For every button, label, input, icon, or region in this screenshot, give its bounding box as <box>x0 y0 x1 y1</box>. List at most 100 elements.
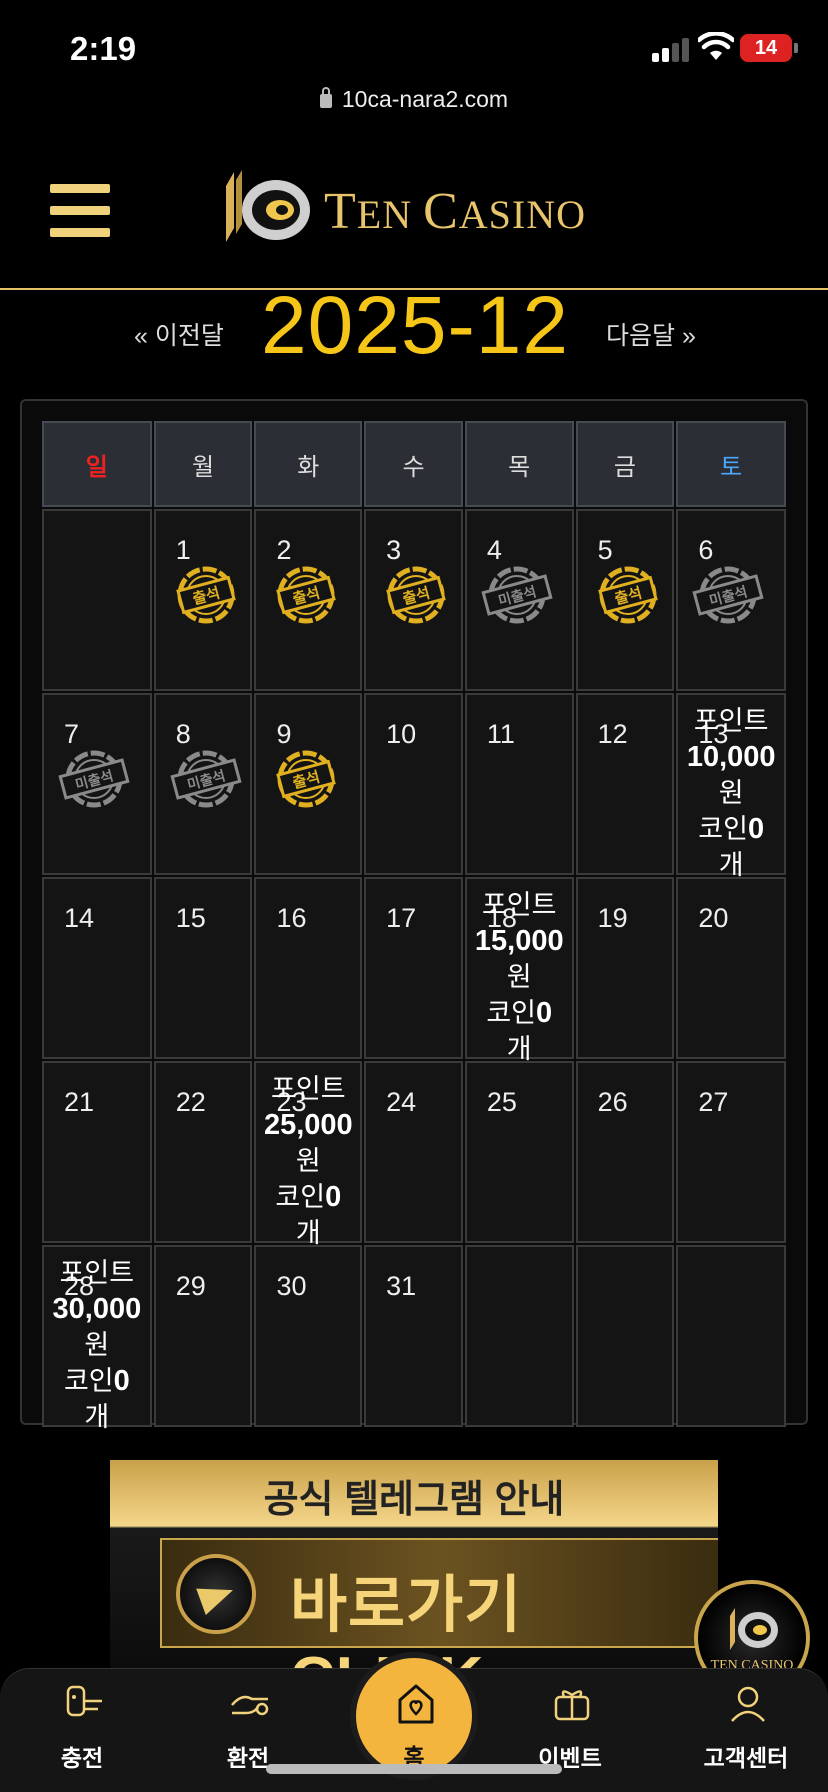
day-cell[interactable]: 2 출석 <box>254 509 363 691</box>
reward-coin-val: 0 <box>536 997 553 1029</box>
month-navigation: « 이전달 2025-12 다음달 » <box>0 285 828 367</box>
day-cell[interactable]: 8 미출석 <box>153 693 253 875</box>
day-number: 11 <box>486 719 515 749</box>
day-cell[interactable]: 15 <box>153 877 253 1059</box>
day-number: 15 <box>175 903 206 933</box>
day-cell[interactable]: 14 <box>42 877 152 1059</box>
reward-line: 원 <box>467 959 572 995</box>
day-number: 29 <box>175 1271 206 1301</box>
day-cell[interactable]: 22 <box>153 1061 253 1243</box>
day-cell[interactable]: 28 포인트 30,000 원 코인0 개 <box>42 1245 152 1432</box>
weekday-fri: 금 <box>575 421 675 507</box>
day-number: 12 <box>597 719 628 749</box>
day-cell[interactable]: 11 <box>464 693 574 875</box>
battery-icon: 14 <box>740 34 792 62</box>
reward-coin: 코인 <box>698 814 748 844</box>
day-cell[interactable]: 16 <box>254 877 363 1059</box>
day-cell[interactable]: 9 출석 <box>254 693 363 875</box>
reward-line: 포인트 <box>467 887 572 923</box>
reward-line: 원 <box>256 1143 360 1179</box>
reward-coin-unit: 개 <box>84 1402 110 1432</box>
day-cell <box>464 1245 574 1427</box>
nav-home[interactable]: 홈 <box>350 1652 478 1780</box>
reward-info: 포인트 25,000 원 코인0 개 <box>256 1063 360 1251</box>
day-cell[interactable]: 13 포인트 10,000 원 코인0 개 <box>676 693 787 880</box>
day-cell[interactable]: 24 <box>364 1061 463 1243</box>
day-cell[interactable]: 12 <box>575 693 675 875</box>
wifi-icon <box>698 32 734 60</box>
day-cell[interactable]: 31 <box>364 1245 463 1427</box>
day-cell[interactable]: 10 <box>364 693 463 875</box>
day-number: 21 <box>64 1087 95 1117</box>
weekday-wed: 수 <box>364 421 463 507</box>
day-cell[interactable]: 26 <box>575 1061 675 1243</box>
attendance-stamp: 출석 <box>268 741 344 817</box>
day-cell[interactable]: 20 <box>676 877 787 1059</box>
reward-line: 포인트 <box>678 703 784 739</box>
day-cell[interactable]: 17 <box>364 877 463 1059</box>
day-number: 17 <box>386 903 417 933</box>
weekday-sat: 토 <box>676 421 787 507</box>
day-cell[interactable]: 19 <box>575 877 675 1059</box>
attendance-stamp: 출석 <box>168 557 244 633</box>
telegram-banner[interactable]: 공식 텔레그램 안내 바로가기 CLICK <box>110 1460 718 1680</box>
day-cell[interactable]: 25 <box>464 1061 574 1243</box>
calendar-week: 21 22 23 포인트 25,000 원 코인0 개 24 25 26 27 <box>42 1061 788 1248</box>
telegram-icon <box>176 1554 256 1634</box>
site-logo[interactable]: TEN CASINO <box>220 168 620 252</box>
lock-icon <box>319 87 332 108</box>
reward-coin-unit: 개 <box>718 850 744 880</box>
weekday-header: 일 월 화 수 목 금 토 <box>42 421 788 507</box>
reward-coin: 코인 <box>63 1366 114 1396</box>
day-cell[interactable]: 6 미출석 <box>676 509 787 691</box>
day-cell[interactable]: 1 출석 <box>153 509 253 691</box>
weekday-mon: 월 <box>153 421 253 507</box>
next-month-link[interactable]: 다음달 » <box>606 316 696 352</box>
day-cell[interactable]: 27 <box>676 1061 787 1243</box>
day-cell[interactable]: 3 출석 <box>364 509 463 691</box>
day-cell[interactable]: 23 포인트 25,000 원 코인0 개 <box>254 1061 363 1248</box>
reward-coin-unit: 개 <box>506 1034 532 1064</box>
day-cell[interactable]: 5 출석 <box>575 509 675 691</box>
reward-info: 포인트 10,000 원 코인0 개 <box>678 695 784 883</box>
day-cell[interactable]: 4 미출석 <box>464 509 574 691</box>
day-number: 31 <box>386 1271 417 1301</box>
day-cell[interactable]: 30 <box>254 1245 363 1427</box>
day-number: 27 <box>698 1087 729 1117</box>
reward-line: 포인트 <box>256 1071 360 1107</box>
absence-stamp: 미출석 <box>168 741 244 817</box>
deposit-icon <box>66 1685 102 1717</box>
day-number: 24 <box>386 1087 417 1117</box>
calendar-week: 14 15 16 17 18 포인트 15,000 원 코인0 개 19 20 <box>42 877 788 1064</box>
reward-line: 15,000 <box>467 923 572 959</box>
day-cell[interactable]: 29 <box>153 1245 253 1427</box>
absence-stamp: 미출석 <box>56 741 132 817</box>
day-cell[interactable]: 18 포인트 15,000 원 코인0 개 <box>464 877 574 1064</box>
prev-month-link[interactable]: « 이전달 <box>134 316 224 352</box>
reward-coin: 코인 <box>486 998 536 1028</box>
reward-line: 포인트 <box>44 1255 150 1291</box>
banner-button[interactable]: 바로가기 CLICK <box>160 1538 718 1680</box>
reward-line: 코인0 <box>44 1363 150 1399</box>
day-cell[interactable]: 7 미출석 <box>42 693 152 875</box>
reward-info: 포인트 30,000 원 코인0 개 <box>44 1247 150 1435</box>
day-number: 16 <box>276 903 307 933</box>
reward-line: 코인0 <box>256 1179 360 1215</box>
reward-line: 10,000 <box>678 739 784 775</box>
reward-amount: 30,000 <box>52 1293 142 1325</box>
menu-icon[interactable] <box>50 184 110 238</box>
attendance-stamp: 출석 <box>590 557 666 633</box>
day-cell <box>676 1245 787 1427</box>
calendar-week: 28 포인트 30,000 원 코인0 개 29 30 31 <box>42 1245 788 1432</box>
nav-deposit[interactable]: 충전 <box>22 1669 142 1792</box>
day-number: 10 <box>386 719 417 749</box>
nav-support[interactable]: 고객센터 <box>686 1669 806 1792</box>
weekday-sun: 일 <box>42 421 152 507</box>
url-text: 10ca-nara2.com <box>341 86 509 112</box>
reward-l1: 포인트 <box>481 890 557 920</box>
address-bar[interactable]: 10ca-nara2.com <box>0 86 828 113</box>
day-cell[interactable]: 21 <box>42 1061 152 1243</box>
reward-line: 원 <box>44 1327 150 1363</box>
reward-l1: 포인트 <box>693 706 769 736</box>
logo-text: TEN CASINO <box>324 183 587 240</box>
